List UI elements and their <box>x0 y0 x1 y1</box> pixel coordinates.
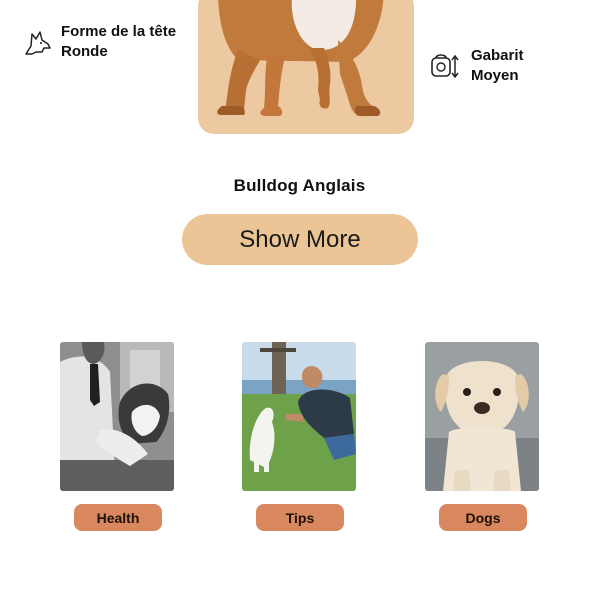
head-shape-label: Forme de la tête <box>61 23 177 40</box>
size-label: Gabarit <box>471 47 524 64</box>
size-value: Moyen <box>471 67 519 84</box>
show-more-button[interactable]: Show More <box>182 214 418 265</box>
tips-photo[interactable] <box>242 342 356 491</box>
breed-image-card <box>198 0 414 134</box>
health-photo[interactable] <box>60 342 174 491</box>
breed-name: Bulldog Anglais <box>233 176 366 195</box>
health-button[interactable]: Health <box>74 504 162 531</box>
dogs-photo[interactable] <box>425 342 539 491</box>
category-tips[interactable]: Tips <box>242 342 358 531</box>
category-health[interactable]: Health <box>60 342 176 531</box>
head-shape-text: Forme de la tête Ronde <box>61 22 176 62</box>
size-text: Gabarit Moyen <box>471 46 524 86</box>
head-shape-trait: Forme de la tête Ronde <box>24 22 176 62</box>
size-trait: Gabarit Moyen <box>430 46 524 86</box>
bulldog-image <box>217 0 384 117</box>
tips-button[interactable]: Tips <box>256 504 344 531</box>
size-scale-icon <box>431 54 459 79</box>
head-shape-value: Ronde <box>61 43 108 60</box>
dog-head-icon <box>25 31 51 55</box>
dogs-button[interactable]: Dogs <box>439 504 527 531</box>
category-dogs[interactable]: Dogs <box>425 342 541 531</box>
